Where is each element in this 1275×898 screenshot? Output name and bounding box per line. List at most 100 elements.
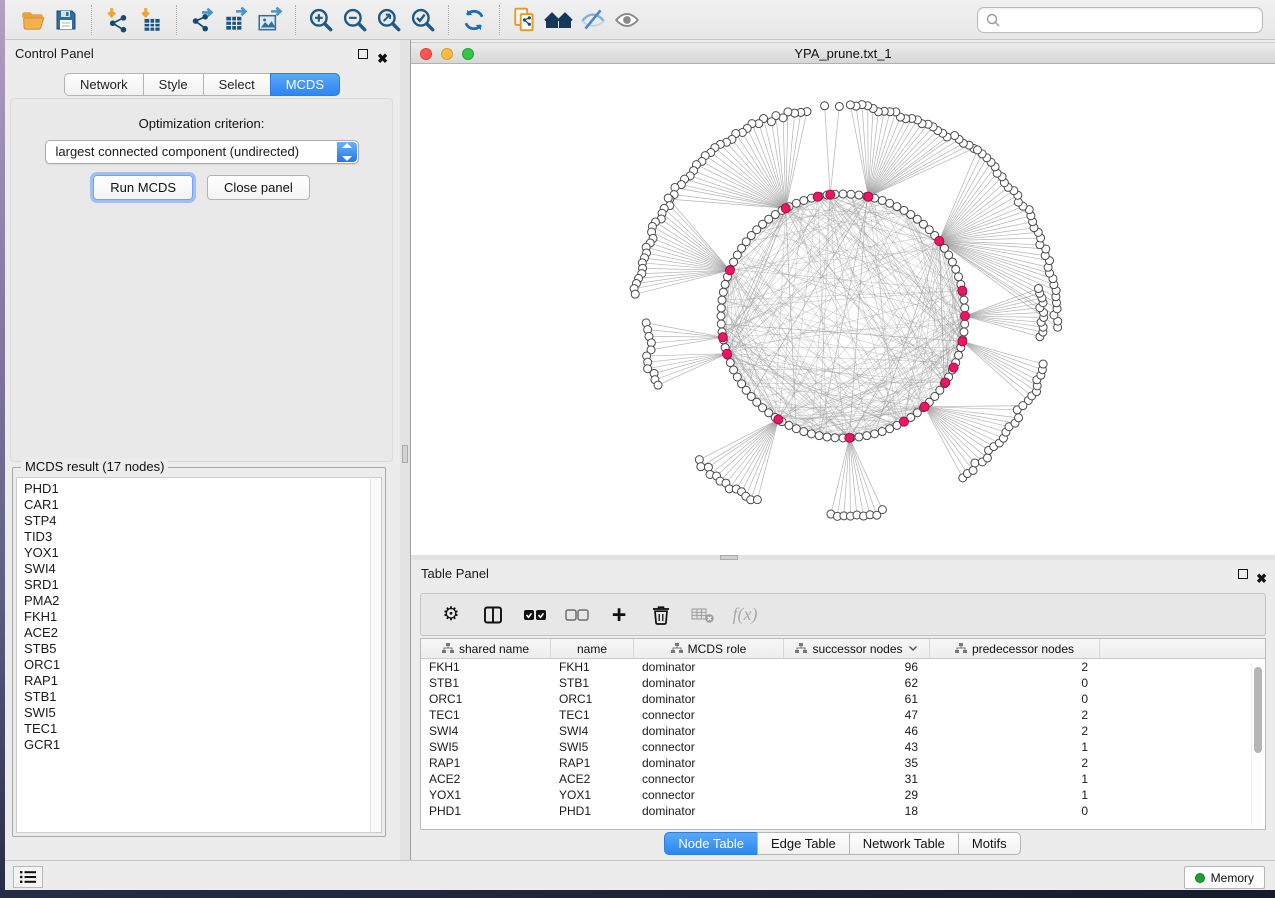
save-session-button[interactable]: [49, 3, 83, 37]
delete-columns-button[interactable]: [647, 601, 675, 629]
table-row[interactable]: RAP1RAP1dominator352: [421, 755, 1265, 771]
select-all-button[interactable]: [521, 601, 549, 629]
import-table-button[interactable]: [134, 3, 168, 37]
create-column-button[interactable]: +: [605, 601, 633, 629]
table-options-button[interactable]: ⚙: [437, 601, 465, 629]
memory-status-icon: [1195, 873, 1205, 883]
mcds-result-item[interactable]: PHD1: [24, 481, 370, 497]
export-image-icon: [256, 6, 284, 34]
first-neighbors-button[interactable]: [542, 3, 576, 37]
close-panel-button[interactable]: Close panel: [207, 175, 310, 200]
mcds-result-item[interactable]: STB5: [24, 641, 370, 657]
column-header-successor-nodes[interactable]: successor nodes: [784, 639, 930, 658]
table-row[interactable]: ORC1ORC1dominator610: [421, 691, 1265, 707]
column-header-predecessor-nodes[interactable]: predecessor nodes: [930, 639, 1100, 658]
open-file-button[interactable]: [15, 3, 49, 37]
table-cell: 2: [930, 660, 1100, 674]
zoom-in-icon: [307, 6, 335, 34]
mcds-result-item[interactable]: TID3: [24, 529, 370, 545]
zoom-fit-button[interactable]: [372, 3, 406, 37]
mcds-result-item[interactable]: PMA2: [24, 593, 370, 609]
table-cell: SWI5: [551, 740, 634, 754]
mcds-result-item[interactable]: RAP1: [24, 673, 370, 689]
mcds-result-item[interactable]: CAR1: [24, 497, 370, 513]
tab-network-table[interactable]: Network Table: [849, 832, 959, 855]
mcds-result-item[interactable]: TEC1: [24, 721, 370, 737]
tab-mcds[interactable]: MCDS: [270, 73, 340, 96]
toolbar-separator: [91, 5, 92, 35]
vertical-splitter[interactable]: [400, 40, 411, 860]
column-header-name[interactable]: name: [551, 639, 634, 658]
close-panel-icon[interactable]: ✖: [377, 45, 388, 73]
mcds-result-groupbox: MCDS result (17 nodes) PHD1CAR1STP4TID3Y…: [12, 467, 386, 837]
float-table-panel-icon[interactable]: [1238, 569, 1248, 579]
table-cell: connector: [634, 772, 784, 786]
cytoscape-window: Control Panel ✖ Network Style Select MCD…: [5, 0, 1275, 890]
search-input[interactable]: [1001, 10, 1262, 30]
tab-select[interactable]: Select: [203, 73, 271, 96]
export-network-button[interactable]: [185, 3, 219, 37]
toolbar-separator: [176, 5, 177, 35]
table-row[interactable]: SWI4SWI4dominator462: [421, 723, 1265, 739]
show-panels-button[interactable]: [13, 866, 43, 888]
checked-boxes-icon: [522, 602, 548, 628]
column-label: predecessor nodes: [972, 642, 1074, 656]
mcds-result-item[interactable]: STB1: [24, 689, 370, 705]
mcds-result-item[interactable]: ORC1: [24, 657, 370, 673]
export-table-button[interactable]: [219, 3, 253, 37]
criterion-dropdown[interactable]: largest connected component (undirected): [45, 140, 359, 164]
table-row[interactable]: ACE2ACE2connector311: [421, 771, 1265, 787]
table-row[interactable]: PHD1PHD1dominator180: [421, 803, 1265, 819]
table-row[interactable]: STB1STB1dominator620: [421, 675, 1265, 691]
float-panel-icon[interactable]: [358, 49, 368, 59]
tab-network[interactable]: Network: [64, 73, 144, 96]
table-scrollbar-thumb[interactable]: [1254, 667, 1262, 753]
mcds-result-item[interactable]: YOX1: [24, 545, 370, 561]
close-table-panel-icon[interactable]: ✖: [1256, 565, 1267, 593]
tab-node-table[interactable]: Node Table: [664, 832, 758, 855]
column-label: MCDS role: [688, 642, 747, 656]
network-graph[interactable]: [411, 64, 1275, 555]
zoom-in-button[interactable]: [304, 3, 338, 37]
copy-network-button[interactable]: [508, 3, 542, 37]
hide-graphics-button[interactable]: [576, 3, 610, 37]
mcds-result-item[interactable]: GCR1: [24, 737, 370, 753]
apply-layout-button[interactable]: [457, 3, 491, 37]
mcds-result-item[interactable]: ACE2: [24, 625, 370, 641]
export-image-button[interactable]: [253, 3, 287, 37]
mcds-result-item[interactable]: SWI5: [24, 705, 370, 721]
network-canvas[interactable]: [411, 64, 1275, 555]
mcds-result-item[interactable]: SRD1: [24, 577, 370, 593]
zoom-out-button[interactable]: [338, 3, 372, 37]
run-mcds-button[interactable]: Run MCDS: [93, 175, 193, 200]
memory-button[interactable]: Memory: [1184, 866, 1265, 889]
mcds-result-item[interactable]: STP4: [24, 513, 370, 529]
function-builder-button[interactable]: f(x): [731, 601, 759, 629]
column-header-shared-name[interactable]: shared name: [421, 639, 551, 658]
show-column-button[interactable]: [479, 601, 507, 629]
tab-edge-table[interactable]: Edge Table: [757, 832, 850, 855]
eye-icon: [613, 6, 641, 34]
mcds-result-scrollbar[interactable]: [370, 477, 382, 833]
table-scrollbar[interactable]: [1251, 663, 1263, 825]
control-panel: Control Panel ✖ Network Style Select MCD…: [5, 40, 400, 860]
table-row[interactable]: YOX1YOX1connector291: [421, 787, 1265, 803]
search-box[interactable]: [977, 7, 1263, 33]
zoom-selected-button[interactable]: [406, 3, 440, 37]
mcds-result-item[interactable]: FKH1: [24, 609, 370, 625]
column-header-mcds-role[interactable]: MCDS role: [634, 639, 784, 658]
tab-style[interactable]: Style: [143, 73, 204, 96]
show-graphics-button[interactable]: [610, 3, 644, 37]
table-cell: connector: [634, 708, 784, 722]
delete-table-button[interactable]: [689, 601, 717, 629]
table-row[interactable]: FKH1FKH1dominator962: [421, 659, 1265, 675]
deselect-all-button[interactable]: [563, 601, 591, 629]
table-row[interactable]: SWI5SWI5connector431: [421, 739, 1265, 755]
splitter-handle[interactable]: [402, 445, 408, 463]
import-network-button[interactable]: [100, 3, 134, 37]
tab-motifs[interactable]: Motifs: [958, 832, 1021, 855]
export-network-icon: [188, 6, 216, 34]
mcds-result-item[interactable]: SWI4: [24, 561, 370, 577]
table-row[interactable]: TEC1TEC1connector472: [421, 707, 1265, 723]
table-cell: dominator: [634, 676, 784, 690]
